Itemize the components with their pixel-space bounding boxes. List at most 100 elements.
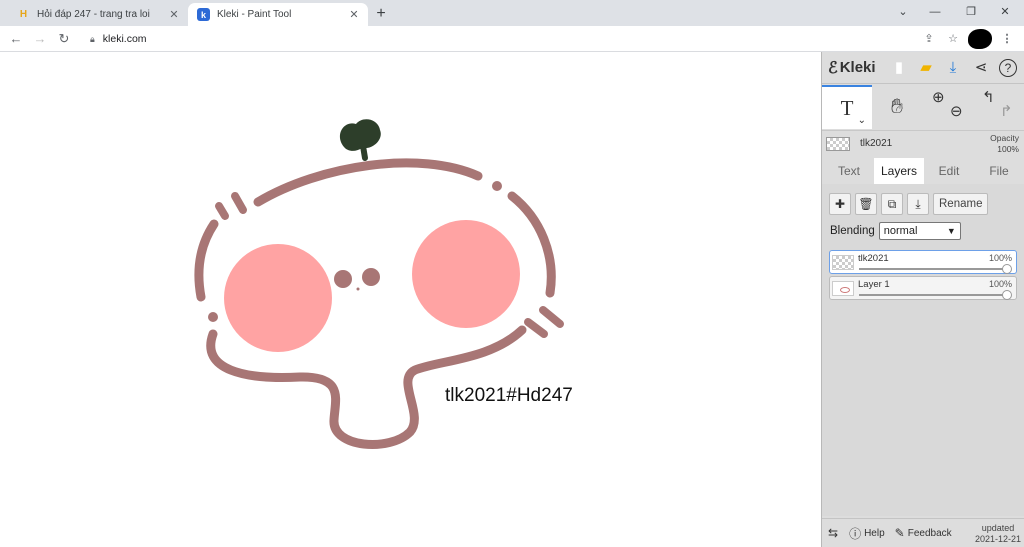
tab-text[interactable]: Text — [824, 158, 874, 184]
hand-tool-button[interactable]: ✋︎ — [872, 85, 922, 129]
browser-menu-icon[interactable]: ⋮ — [998, 30, 1016, 48]
blending-value: normal — [883, 225, 918, 237]
kleki-sidebar: ℰ Kleki ▮ ▰ ⤓ ⋖ ? T ⌄ ✋︎ ⊕ ⊖ ↰ ↱ tlk2021… — [821, 52, 1024, 547]
undo-icon[interactable]: ↰ — [982, 88, 995, 106]
feedback-button[interactable]: ✎ Feedback — [895, 526, 952, 540]
new-image-icon[interactable]: ▮ — [889, 58, 909, 78]
sidebar-tabs: Text Layers Edit File — [822, 158, 1024, 184]
forward-arrow-icon[interactable]: → — [31, 30, 49, 48]
profile-avatar[interactable] — [968, 29, 992, 49]
current-layer-info: tlk2021 Opacity 100% — [822, 130, 1024, 156]
back-arrow-icon[interactable]: ← — [7, 30, 25, 48]
help-circle-icon: ⓘ — [849, 526, 862, 541]
tiny-dot — [356, 287, 360, 291]
delete-layer-button[interactable]: 🗑︎ — [855, 193, 877, 215]
zoom-controls: ⊕ ⊖ — [922, 85, 972, 129]
opacity-label: Opacity — [990, 133, 1019, 143]
logo-text: Kleki — [839, 59, 876, 76]
undo-redo-controls: ↰ ↱ — [972, 85, 1022, 129]
new-tab-button[interactable]: + — [372, 5, 390, 23]
sprout-leaf — [339, 119, 381, 151]
dot — [492, 181, 502, 191]
download-icon[interactable]: ⤓ — [943, 58, 963, 78]
hand-icon: ✋︎ — [891, 95, 903, 118]
layer-name: tlk2021 — [858, 253, 889, 264]
chevron-down-icon: ▼ — [946, 226, 956, 236]
head-outline-left — [194, 219, 219, 302]
merge-down-icon: ⤓ — [915, 196, 921, 211]
merge-layer-button[interactable]: ⤓ — [907, 193, 929, 215]
drawing-canvas[interactable]: tlk2021#Hd247 — [0, 52, 821, 547]
opacity-slider-knob[interactable] — [1002, 290, 1012, 300]
browser-tab-hoidap247[interactable]: H Hỏi đáp 247 - trang tra loi ✕ — [8, 3, 188, 26]
close-icon[interactable]: ✕ — [166, 7, 182, 23]
add-layer-button[interactable]: ✚ — [829, 193, 851, 215]
duplicate-icon: ⧉ — [887, 196, 897, 211]
chevron-down-icon[interactable]: ⌄ — [858, 115, 866, 126]
share-icon[interactable]: ⋖ — [971, 58, 991, 78]
share-page-icon[interactable]: ⇪ — [920, 30, 938, 48]
layer-thumbnail — [832, 255, 854, 270]
minimize-icon[interactable]: — — [920, 2, 950, 22]
redo-icon[interactable]: ↱ — [1000, 102, 1013, 120]
opacity-value: 100% — [997, 144, 1019, 154]
blush-stroke — [524, 318, 548, 338]
close-icon[interactable]: ✕ — [346, 7, 362, 23]
right-cheek — [412, 220, 520, 328]
layer-opacity: 100% — [988, 253, 1012, 263]
open-folder-icon[interactable]: ▰ — [916, 58, 936, 78]
blending-select[interactable]: normal ▼ — [878, 222, 961, 240]
zoom-in-icon[interactable]: ⊕ — [932, 88, 945, 106]
lock-icon: 🔒︎ — [90, 33, 95, 44]
tab-search-chevron-icon[interactable]: ⌄ — [888, 2, 918, 22]
layer-item-tlk2021[interactable]: tlk2021 100% — [829, 250, 1017, 274]
kleki-mark-icon: ℰ — [828, 59, 838, 77]
bookmark-star-icon[interactable]: ☆ — [944, 30, 962, 48]
layers-panel: ✚ 🗑︎ ⧉ ⤓ Rename Blending normal ▼ tlk202… — [822, 184, 1024, 516]
opacity-slider-track[interactable] — [859, 268, 1006, 270]
layer-thumbnail — [832, 281, 854, 296]
tab-edit[interactable]: Edit — [924, 158, 974, 184]
h247-logo-icon: H — [19, 9, 28, 20]
text-tool-button[interactable]: T ⌄ — [822, 85, 872, 129]
tab-title: Hỏi đáp 247 - trang tra loi — [37, 9, 150, 20]
zoom-out-icon[interactable]: ⊖ — [950, 102, 963, 120]
swap-arrows-icon: ⇆ — [828, 526, 839, 540]
tab-layers[interactable]: Layers — [874, 158, 924, 184]
text-tool-icon: T — [840, 95, 854, 120]
tool-row: T ⌄ ✋︎ ⊕ ⊖ ↰ ↱ — [822, 85, 1024, 129]
help-button[interactable]: ⓘ Help — [849, 525, 885, 542]
head-outline-top — [253, 158, 483, 207]
swap-sides-button[interactable]: ⇆ — [828, 526, 841, 540]
canvas-drawn-text: tlk2021#Hd247 — [445, 385, 573, 406]
opacity-slider-track[interactable] — [859, 294, 1006, 296]
updated-label: updated — [981, 523, 1015, 533]
opacity-slider-knob[interactable] — [1002, 264, 1012, 274]
nose-dot — [334, 270, 352, 288]
window-close-icon[interactable]: ✕ — [990, 2, 1020, 22]
browser-tab-strip: H Hỏi đáp 247 - trang tra loi ✕ k Kleki … — [0, 0, 1024, 26]
rename-button[interactable]: Rename — [933, 193, 989, 215]
layer-thumbnail — [826, 136, 850, 151]
blending-label: Blending — [830, 225, 875, 237]
url-field[interactable]: 🔒︎ kleki.com — [84, 29, 919, 49]
reload-icon[interactable]: ↻ — [55, 30, 73, 48]
browser-tab-kleki[interactable]: k Kleki - Paint Tool ✕ — [188, 3, 368, 26]
updated-date: 2021-12-21 — [974, 534, 1021, 544]
feedback-icon: ✎ — [894, 526, 905, 540]
updated-info[interactable]: updated 2021-12-21 — [975, 523, 1021, 545]
nose-dot — [362, 268, 380, 286]
plus-icon: ✚ — [834, 197, 846, 211]
duplicate-layer-button[interactable]: ⧉ — [881, 193, 903, 215]
blush-stroke — [215, 202, 229, 220]
feedback-label: Feedback — [907, 527, 952, 539]
tab-file[interactable]: File — [974, 158, 1024, 184]
blending-row: Blending normal ▼ — [830, 222, 961, 240]
current-layer-name: tlk2021 — [860, 138, 893, 149]
kleki-logo[interactable]: ℰ Kleki — [828, 58, 876, 78]
dot — [208, 312, 218, 322]
blush-stroke — [539, 306, 564, 328]
restore-icon[interactable]: ❐ — [956, 2, 986, 22]
layer-item-layer-1[interactable]: Layer 1 100% — [829, 276, 1017, 300]
help-circle-icon[interactable]: ? — [999, 59, 1017, 77]
